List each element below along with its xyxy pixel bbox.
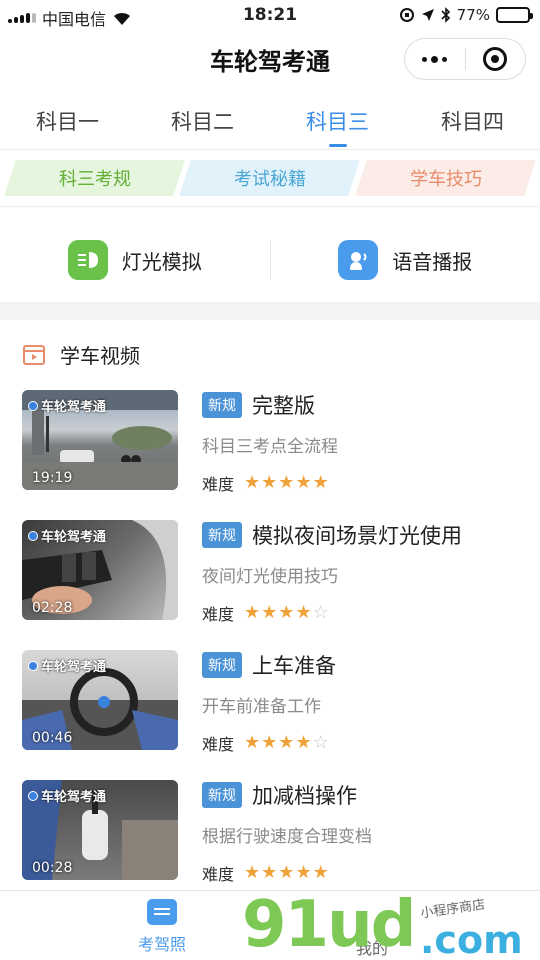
category-driving-skills[interactable]: 学车技巧 (354, 160, 536, 196)
brand-logo: 车轮驾考通 (28, 526, 106, 545)
divider (0, 206, 540, 207)
video-duration: 19:19 (32, 470, 73, 486)
tool-row: 灯光模拟 语音播报 (0, 220, 540, 300)
video-thumbnail[interactable]: 车轮驾考通 00:28 (22, 780, 178, 880)
star-filled-icon: ★ (278, 602, 295, 623)
difficulty-label: 难度 (202, 865, 235, 884)
nav-label: 考驾照 (137, 935, 186, 954)
category-label: 考试秘籍 (233, 169, 306, 190)
difficulty-label: 难度 (202, 475, 235, 494)
miniprogram-capsule (404, 38, 526, 80)
headlight-icon (67, 240, 108, 280)
star-empty-icon: ☆ (312, 732, 329, 753)
star-filled-icon: ★ (261, 472, 278, 493)
nav-driving-license[interactable]: 考驾照 (130, 899, 194, 955)
difficulty-label: 难度 (202, 735, 235, 754)
star-filled-icon: ★ (295, 732, 312, 753)
star-filled-icon: ★ (244, 602, 261, 623)
orientation-lock-icon (399, 8, 414, 22)
video-title: 加减档操作 (252, 784, 357, 808)
video-description: 科目三考点全流程 (202, 437, 338, 457)
video-duration: 02:28 (32, 600, 73, 616)
category-exam-tips[interactable]: 考试秘籍 (179, 160, 361, 196)
star-filled-icon: ★ (244, 862, 261, 883)
nav-header: 车轮驾考通 (0, 32, 540, 88)
watermark-logo: 91ud (242, 888, 416, 960)
tab-subject-2[interactable]: 科目二 (135, 96, 270, 149)
new-rule-badge: 新规 (202, 522, 242, 548)
star-filled-icon: ★ (278, 472, 295, 493)
star-filled-icon: ★ (295, 602, 312, 623)
brand-logo: 车轮驾考通 (28, 396, 106, 415)
star-filled-icon: ★ (295, 862, 312, 883)
star-empty-icon: ☆ (312, 602, 329, 623)
more-button[interactable] (405, 39, 465, 79)
new-rule-badge: 新规 (202, 392, 242, 418)
star-filled-icon: ★ (244, 732, 261, 753)
category-strip: 科三考规 考试秘籍 学车技巧 (4, 160, 536, 196)
tab-subject-1[interactable]: 科目一 (0, 96, 135, 149)
video-item[interactable]: 车轮驾考通 02:28 新规 模拟夜间场景灯光使用 夜间灯光使用技巧 难度 ★ ★… (0, 520, 540, 650)
close-miniprogram-button[interactable] (466, 39, 526, 79)
subject-tabs: 科目一 科目二 科目三 科目四 (0, 96, 540, 150)
video-duration: 00:46 (32, 730, 73, 746)
status-bar: 中国电信 18:21 77% (0, 0, 540, 32)
section-gap (0, 302, 540, 320)
section-header: 学车视频 (22, 340, 140, 369)
video-thumbnail[interactable]: 车轮驾考通 00:46 (22, 650, 178, 750)
category-label: 学车技巧 (409, 169, 482, 190)
battery-percent: 77% (456, 6, 490, 24)
video-description: 根据行驶速度合理变档 (202, 827, 372, 847)
difficulty-rating: ★ ★ ★ ★ ☆ (244, 604, 329, 622)
star-filled-icon: ★ (312, 472, 329, 493)
star-filled-icon: ★ (244, 472, 261, 493)
star-filled-icon: ★ (312, 862, 329, 883)
tab-subject-4[interactable]: 科目四 (405, 96, 540, 149)
license-icon (147, 899, 177, 925)
tool-label: 语音播报 (392, 249, 473, 274)
star-filled-icon: ★ (261, 602, 278, 623)
video-description: 开车前准备工作 (202, 697, 321, 717)
difficulty-rating: ★ ★ ★ ★ ★ (244, 474, 329, 492)
tool-label: 灯光模拟 (121, 249, 202, 274)
video-item[interactable]: 车轮驾考通 00:46 新规 上车准备 开车前准备工作 难度 ★ ★ ★ ★ ☆ (0, 650, 540, 780)
difficulty-rating: ★ ★ ★ ★ ☆ (244, 734, 329, 752)
new-rule-badge: 新规 (202, 652, 242, 678)
bluetooth-icon (441, 7, 450, 23)
difficulty-label: 难度 (202, 605, 235, 624)
target-icon (483, 47, 508, 71)
video-thumbnail[interactable]: 车轮驾考通 02:28 (22, 520, 178, 620)
tab-subject-3[interactable]: 科目三 (270, 96, 405, 149)
category-label: 科三考规 (58, 169, 131, 190)
video-item[interactable]: 车轮驾考通 19:19 新规 完整版 科目三考点全流程 难度 ★ ★ ★ ★ ★ (0, 390, 540, 520)
new-rule-badge: 新规 (202, 782, 242, 808)
video-duration: 00:28 (32, 860, 73, 876)
video-thumbnail[interactable]: 车轮驾考通 19:19 (22, 390, 178, 490)
more-dots-icon (422, 55, 448, 63)
brand-logo: 车轮驾考通 (28, 656, 106, 675)
section-title: 学车视频 (60, 344, 140, 368)
star-filled-icon: ★ (261, 862, 278, 883)
star-filled-icon: ★ (295, 472, 312, 493)
star-filled-icon: ★ (278, 732, 295, 753)
light-simulation-button[interactable]: 灯光模拟 (0, 240, 270, 280)
category-exam-rules[interactable]: 科三考规 (4, 160, 186, 196)
brand-logo: 车轮驾考通 (28, 786, 106, 805)
battery-icon (496, 7, 533, 23)
video-description: 夜间灯光使用技巧 (202, 567, 338, 587)
video-title: 模拟夜间场景灯光使用 (252, 524, 462, 548)
voice-icon (338, 240, 379, 280)
video-list: 车轮驾考通 19:19 新规 完整版 科目三考点全流程 难度 ★ ★ ★ ★ ★ 车轮驾… (0, 390, 540, 910)
video-icon (23, 344, 45, 365)
star-filled-icon: ★ (261, 732, 278, 753)
video-title: 完整版 (252, 394, 315, 418)
difficulty-rating: ★ ★ ★ ★ ★ (244, 864, 329, 882)
star-filled-icon: ★ (278, 862, 295, 883)
watermark-domain: .com (420, 918, 523, 960)
location-icon (421, 9, 434, 21)
voice-broadcast-button[interactable]: 语音播报 (271, 240, 540, 280)
video-title: 上车准备 (252, 654, 336, 678)
